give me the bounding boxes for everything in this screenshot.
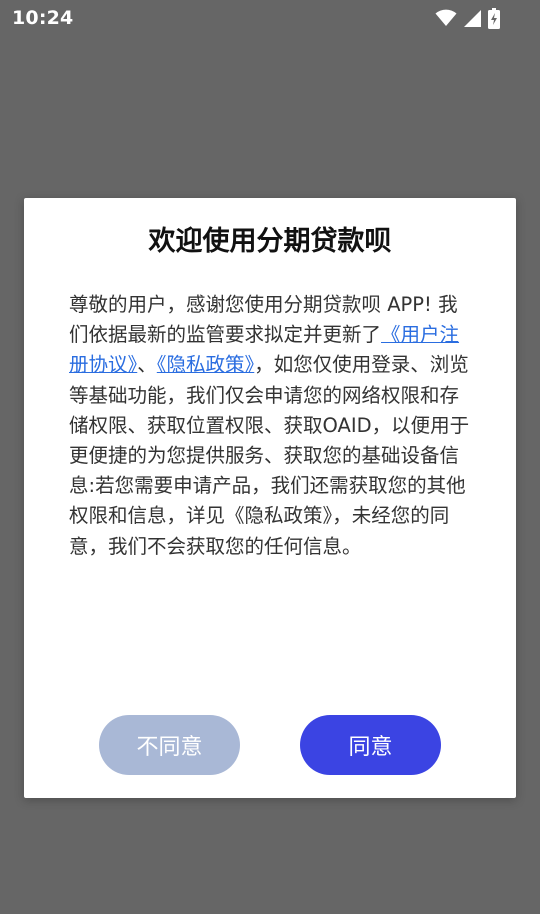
dialog-title: 欢迎使用分期贷款呗	[148, 226, 392, 257]
status-icons	[435, 7, 500, 29]
wifi-icon	[435, 9, 457, 27]
agree-button[interactable]: 同意	[300, 715, 441, 775]
cellular-signal-icon	[463, 9, 482, 28]
battery-charging-icon	[488, 7, 500, 29]
disagree-button[interactable]: 不同意	[99, 715, 240, 775]
privacy-policy-link[interactable]: 《隐私政策》	[157, 353, 255, 376]
body-text-details: ，如您仅使用登录、浏览等基础功能，我们仅会申请您的网络权限和存储权限、获取位置权…	[69, 353, 470, 558]
status-bar: 10:24	[0, 0, 540, 36]
body-text-separator: 、	[137, 353, 157, 377]
dialog-body-text: 尊敬的用户，感谢您使用分期贷款呗 APP! 我们依据最新的监管要求拟定并更新了《…	[69, 290, 471, 562]
status-time: 10:24	[12, 7, 74, 29]
privacy-consent-dialog: 欢迎使用分期贷款呗 尊敬的用户，感谢您使用分期贷款呗 APP! 我们依据最新的监…	[24, 198, 516, 798]
